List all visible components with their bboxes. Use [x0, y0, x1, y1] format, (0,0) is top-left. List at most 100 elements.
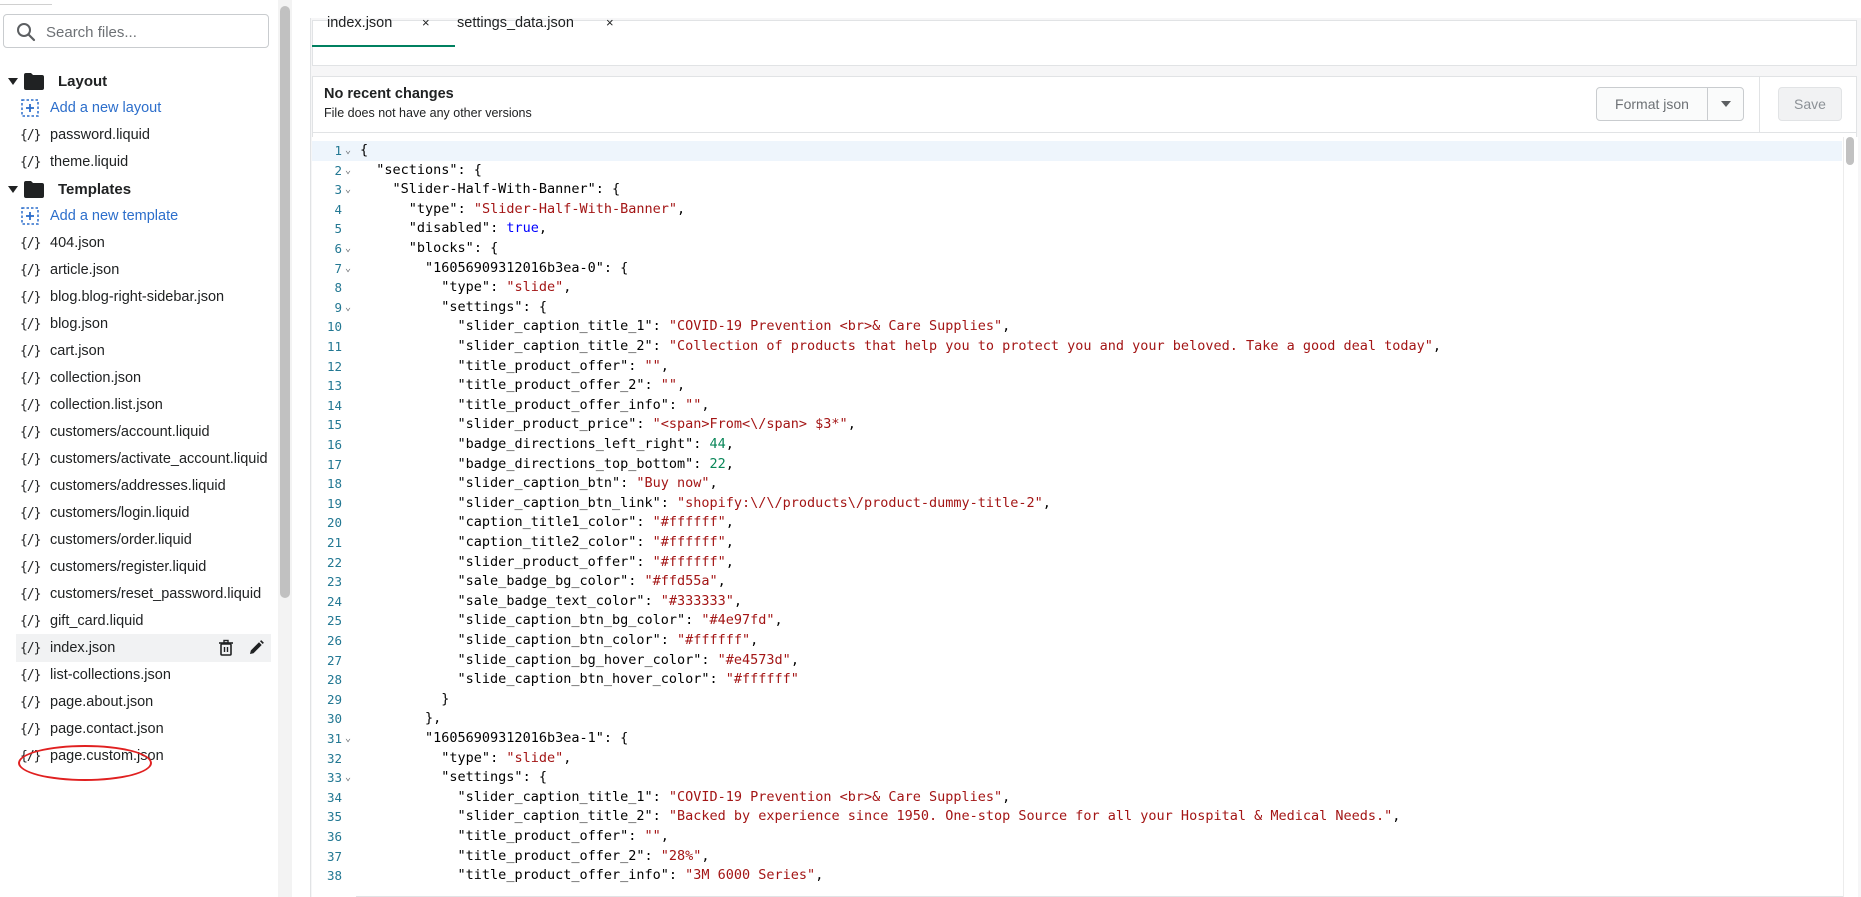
code-line[interactable]: 23 "sale_badge_bg_color": "#ffd55a", [312, 572, 1842, 592]
file-item[interactable]: {/} page.about.json [0, 688, 272, 716]
file-item[interactable]: {/} theme.liquid [0, 148, 272, 176]
file-item[interactable]: {/} customers/register.liquid [0, 553, 272, 581]
code-line[interactable]: 30 }, [312, 709, 1842, 729]
code-line[interactable]: 5 "disabled": true, [312, 219, 1842, 239]
search-input[interactable] [44, 19, 263, 45]
code-token: : { [457, 161, 482, 178]
trash-icon[interactable] [217, 639, 235, 657]
file-item[interactable]: {/} blog.blog-right-sidebar.json [0, 283, 272, 311]
code-line[interactable]: 9 ⌄ "settings": { [312, 298, 1842, 318]
code-line[interactable]: 17 "badge_directions_top_bottom": 22, [312, 455, 1842, 475]
file-item[interactable]: {/} blog.json [0, 310, 272, 338]
file-label: page.contact.json [50, 721, 164, 737]
file-item[interactable]: {/} 404.json [0, 229, 272, 257]
file-item[interactable]: {/} gift_card.liquid [0, 607, 272, 635]
code-text: "slider_caption_btn": "Buy now", [360, 474, 718, 494]
code-line[interactable]: 36 "title_product_offer": "", [312, 827, 1842, 847]
pencil-icon[interactable] [247, 639, 265, 657]
code-line[interactable]: 35 "slider_caption_title_2": "Backed by … [312, 807, 1842, 827]
code-line[interactable]: 37 "title_product_offer_2": "28%", [312, 847, 1842, 867]
file-item[interactable]: {/} password.liquid [0, 121, 272, 149]
file-item[interactable]: {/} customers/login.liquid [0, 499, 272, 527]
folder-templates[interactable]: Templates [0, 175, 272, 203]
code-scrollbar-thumb[interactable] [1846, 137, 1854, 165]
tab-index-json[interactable]: index.json × [312, 0, 455, 47]
fold-chevron-icon[interactable]: ⌄ [345, 259, 351, 279]
code-line[interactable]: 28 "slide_caption_btn_hover_color": "#ff… [312, 670, 1842, 690]
fold-chevron-icon[interactable]: ⌄ [345, 180, 351, 200]
code-token: "16056909312016b3ea-0" [425, 259, 604, 276]
code-line[interactable]: 10 "slider_caption_title_1": "COVID-19 P… [312, 317, 1842, 337]
folder-layout[interactable]: Layout [0, 67, 272, 95]
format-json-button[interactable]: Format json [1596, 87, 1708, 121]
fold-chevron-icon[interactable]: ⌄ [345, 239, 351, 259]
code-line[interactable]: 26 "slide_caption_btn_color": "#ffffff", [312, 631, 1842, 651]
file-item[interactable]: {/} customers/order.liquid [0, 526, 272, 554]
file-item[interactable]: {/} customers/reset_password.liquid [0, 580, 272, 608]
add-new-template-link[interactable]: Add a new template [0, 202, 272, 230]
fold-chevron-icon[interactable]: ⌄ [345, 768, 351, 788]
file-item-selected[interactable]: {/} index.json [16, 634, 271, 662]
code-line[interactable]: 7 ⌄ "16056909312016b3ea-0": { [312, 259, 1842, 279]
code-line[interactable]: 16 "badge_directions_left_right": 44, [312, 435, 1842, 455]
code-token: "Backed by experience since 1950. One-st… [668, 808, 1393, 825]
file-item[interactable]: {/} page.contact.json [0, 715, 272, 743]
search-box[interactable] [3, 14, 269, 48]
code-line[interactable]: 13 "title_product_offer_2": "", [312, 376, 1842, 396]
code-line[interactable]: 3 ⌄ "Slider-Half-With-Banner": { [312, 180, 1842, 200]
file-item[interactable]: {/} list-collections.json [0, 661, 272, 689]
code-line[interactable]: 1 ⌄ { [312, 141, 1842, 161]
file-item[interactable]: {/} page.custom.json [0, 742, 272, 770]
file-item[interactable]: {/} collection.json [0, 364, 272, 392]
code-scrollbar-track[interactable] [1843, 137, 1858, 897]
code-line[interactable]: 24 "sale_badge_text_color": "#333333", [312, 592, 1842, 612]
code-token: : [620, 475, 637, 492]
file-label: customers/login.liquid [50, 505, 190, 521]
code-line[interactable]: 38 "title_product_offer_info": "3M 6000 … [312, 866, 1842, 886]
file-item[interactable]: {/} customers/account.liquid [0, 418, 272, 446]
code-line[interactable]: 15 "slider_product_price": "<span>From<\… [312, 415, 1842, 435]
fold-chevron-icon[interactable]: ⌄ [345, 729, 351, 749]
file-item[interactable]: {/} customers/activate_account.liquid [0, 445, 272, 473]
save-button[interactable]: Save [1778, 87, 1842, 121]
code-line[interactable]: 11 "slider_caption_title_2": "Collection… [312, 337, 1842, 357]
code-line[interactable]: 31 ⌄ "16056909312016b3ea-1": { [312, 729, 1842, 749]
code-line[interactable]: 32 "type": "slide", [312, 749, 1842, 769]
code-line[interactable]: 22 "slider_product_offer": "#ffffff", [312, 553, 1842, 573]
code-editor[interactable]: 1 ⌄{2 ⌄ "sections": {3 ⌄ "Slider-Half-With-… [312, 137, 1842, 897]
file-item[interactable]: {/} collection.list.json [0, 391, 272, 419]
sidebar-scrollbar-thumb[interactable] [280, 6, 290, 598]
code-line[interactable]: 33 ⌄ "settings": { [312, 768, 1842, 788]
format-options-dropdown[interactable] [1707, 87, 1744, 121]
file-item[interactable]: {/} article.json [0, 256, 272, 284]
code-line[interactable]: 25 "slide_caption_btn_bg_color": "#4e97f… [312, 611, 1842, 631]
line-number: 32 [326, 750, 342, 766]
code-line[interactable]: 34 "slider_caption_title_1": "COVID-19 P… [312, 788, 1842, 808]
code-line[interactable]: 21 "caption_title2_color": "#ffffff", [312, 533, 1842, 553]
code-token: : [636, 514, 653, 531]
code-line[interactable]: 12 "title_product_offer": "", [312, 357, 1842, 377]
tab-close-icon[interactable]: × [606, 15, 614, 30]
file-item[interactable]: {/} cart.json [0, 337, 272, 365]
file-item[interactable]: {/} customers/addresses.liquid [0, 472, 272, 500]
code-token: "#ffd55a" [644, 573, 718, 590]
tab-settings-data-json[interactable]: settings_data.json × [455, 0, 625, 45]
code-token: , [750, 632, 759, 648]
code-line[interactable]: 14 "title_product_offer_info": "", [312, 396, 1842, 416]
fold-chevron-icon[interactable]: ⌄ [345, 161, 351, 181]
tab-close-icon[interactable]: × [422, 15, 430, 30]
code-line[interactable]: 20 "caption_title1_color": "#ffffff", [312, 513, 1842, 533]
code-line[interactable]: 4 "type": "Slider-Half-With-Banner", [312, 200, 1842, 220]
code-line[interactable]: 2 ⌄ "sections": { [312, 161, 1842, 181]
code-line[interactable]: 19 "slider_caption_btn_link": "shopify:\… [312, 494, 1842, 514]
code-line[interactable]: 8 "type": "slide", [312, 278, 1842, 298]
code-line[interactable]: 18 "slider_caption_btn": "Buy now", [312, 474, 1842, 494]
code-line[interactable]: 27 "slide_caption_bg_hover_color": "#e45… [312, 651, 1842, 671]
fold-chevron-icon[interactable]: ⌄ [345, 141, 351, 161]
code-line[interactable]: 6 ⌄ "blocks": { [312, 239, 1842, 259]
code-line[interactable]: 29 } [312, 690, 1842, 710]
add-new-layout-link[interactable]: Add a new layout [0, 94, 272, 122]
fold-chevron-icon[interactable]: ⌄ [345, 298, 351, 318]
